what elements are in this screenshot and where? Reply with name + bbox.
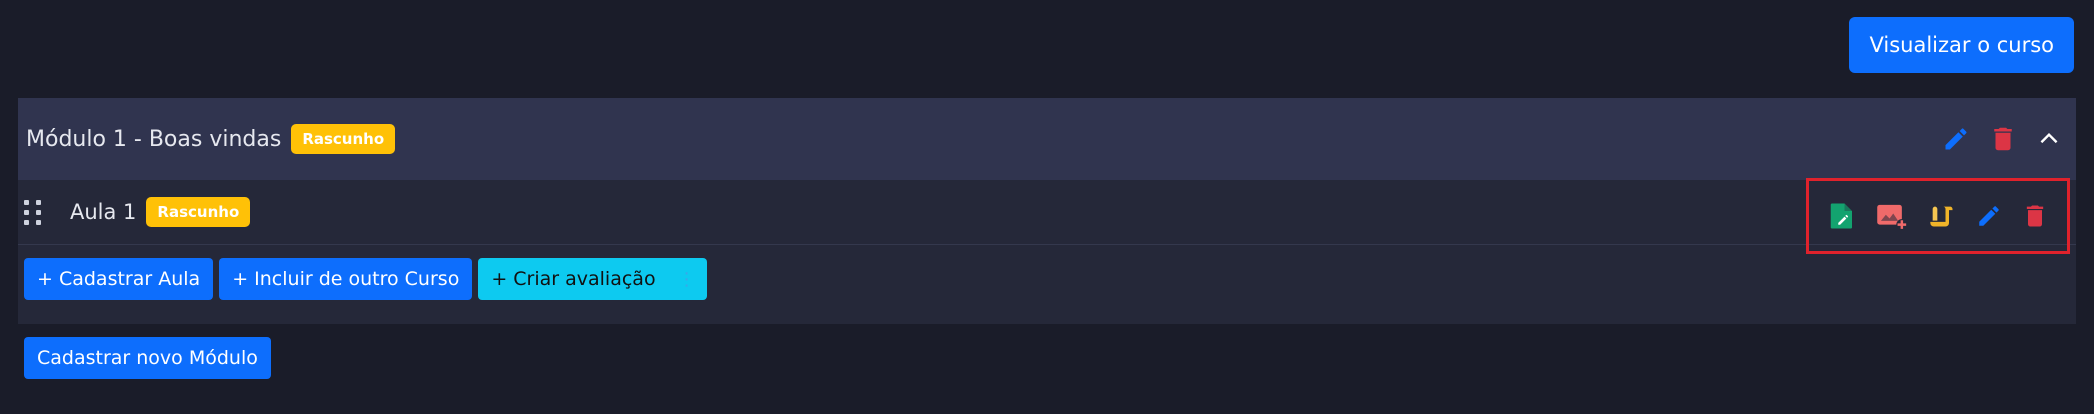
module-header[interactable]: Módulo 1 - Boas vindas Rascunho [18, 98, 2076, 180]
add-lesson-button[interactable]: + Cadastrar Aula [24, 258, 214, 300]
include-from-course-button[interactable]: + Incluir de outro Curso [219, 258, 473, 300]
lesson-status-badge: Rascunho [146, 197, 251, 227]
top-bar: Visualizar o curso [0, 0, 2094, 98]
lesson-title[interactable]: Aula 1 [70, 200, 136, 224]
module-status-badge: Rascunho [291, 124, 396, 154]
new-module-button[interactable]: Cadastrar novo Módulo [24, 337, 271, 379]
drag-handle-icon[interactable] [24, 198, 42, 226]
lesson-actions [1806, 178, 2070, 254]
create-assessment-label: + Criar avaliação [491, 268, 656, 290]
pencil-icon[interactable] [1942, 125, 1970, 153]
trash-icon[interactable] [1988, 123, 2018, 155]
pencil-icon[interactable] [1976, 203, 2002, 229]
view-course-button[interactable]: Visualizar o curso [1849, 17, 2074, 73]
edit-document-icon[interactable] [1827, 200, 1857, 232]
lesson-row[interactable]: Aula 1 Rascunho [18, 178, 2076, 254]
lesson-button-row: + Cadastrar Aula + Incluir de outro Curs… [24, 258, 2076, 300]
chevron-up-icon[interactable] [2036, 126, 2062, 152]
more-options-icon[interactable]: ⋮ [678, 269, 696, 290]
add-image-icon[interactable] [1876, 201, 1908, 231]
module-actions [1942, 98, 2062, 180]
module-title: Módulo 1 - Boas vindas [26, 126, 282, 152]
scroll-icon[interactable] [1927, 202, 1957, 230]
create-assessment-button[interactable]: + Criar avaliação ⋮ [478, 258, 707, 300]
module-card: Módulo 1 - Boas vindas Rascunho Aula 1 R… [18, 98, 2076, 324]
trash-icon[interactable] [2021, 201, 2049, 231]
